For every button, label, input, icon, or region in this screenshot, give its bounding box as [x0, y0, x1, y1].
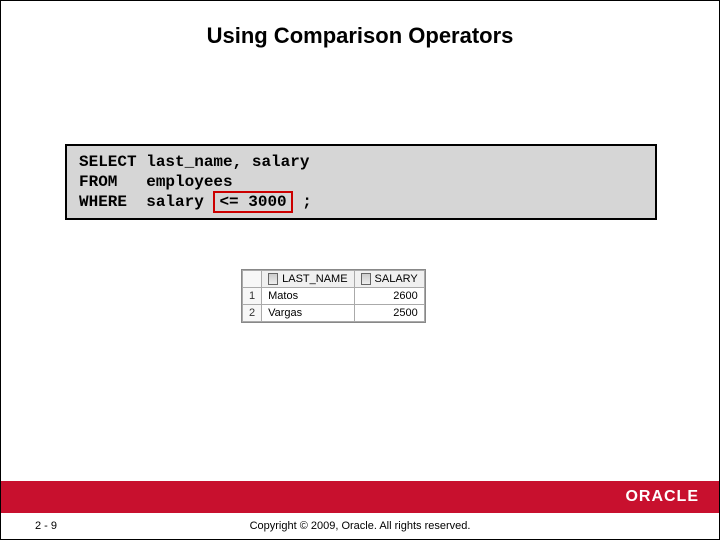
page-number: 2 - 9	[35, 520, 57, 532]
select-columns: last_name, salary	[146, 153, 309, 171]
brand-bar: ORACLE	[1, 481, 719, 513]
cell-lastname: Matos	[262, 288, 354, 305]
oracle-logo: ORACLE	[625, 488, 699, 506]
rownum-header	[243, 271, 262, 288]
sql-terminator: ;	[302, 193, 312, 211]
kw-from: FROM	[79, 173, 117, 191]
footer: 2 - 9 Copyright © 2009, Oracle. All righ…	[1, 513, 719, 539]
col-header-salary: SALARY	[354, 271, 424, 288]
cell-lastname: Vargas	[262, 305, 354, 322]
table-row: 1 Matos 2600	[243, 288, 425, 305]
from-table: employees	[146, 173, 232, 191]
col-header-lastname: LAST_NAME	[262, 271, 354, 288]
table-row: 2 Vargas 2500	[243, 305, 425, 322]
slide: Using Comparison Operators SELECT last_n…	[0, 0, 720, 540]
sql-code-box: SELECT last_name, salary FROM employees WH…	[65, 144, 657, 220]
cell-salary: 2500	[354, 305, 424, 322]
row-number: 1	[243, 288, 262, 305]
header-row: LAST_NAME SALARY	[243, 271, 425, 288]
kw-where: WHERE	[79, 193, 127, 211]
cell-salary: 2600	[354, 288, 424, 305]
where-column: salary	[146, 193, 204, 211]
column-type-icon	[268, 273, 278, 285]
copyright-text: Copyright © 2009, Oracle. All rights res…	[1, 520, 719, 532]
result-grid: LAST_NAME SALARY 1 Matos 2600 2 Vargas 2…	[241, 269, 426, 323]
where-predicate-highlight: <= 3000	[213, 191, 292, 213]
kw-select: SELECT	[79, 153, 137, 171]
col-header-salary-label: SALARY	[375, 273, 418, 285]
column-type-icon	[361, 273, 371, 285]
col-header-lastname-label: LAST_NAME	[282, 273, 347, 285]
slide-title: Using Comparison Operators	[1, 23, 719, 49]
row-number: 2	[243, 305, 262, 322]
